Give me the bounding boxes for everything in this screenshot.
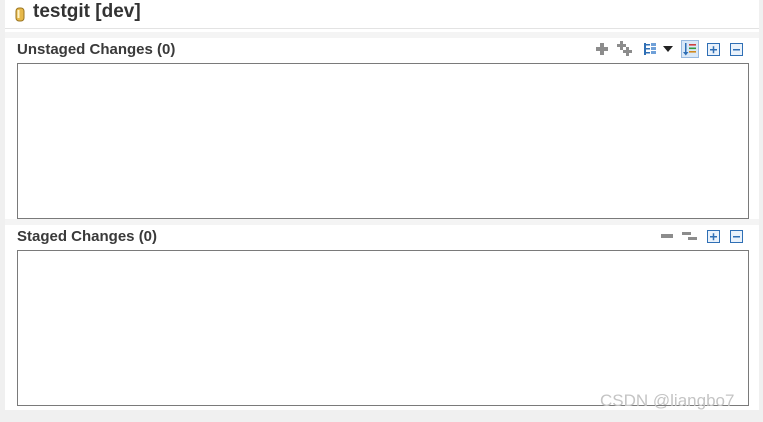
unstaged-title: Unstaged Changes (0): [17, 41, 176, 58]
remove-all-icon: [682, 232, 697, 240]
stage-button[interactable]: [593, 40, 611, 58]
collapse-all-icon: [729, 229, 743, 243]
sort-icon: [683, 43, 696, 56]
repository-icon: [15, 7, 25, 22]
presentation-button[interactable]: [641, 40, 659, 58]
watermark-text: CSDN @liangbo7: [600, 391, 735, 410]
staged-title: Staged Changes (0): [17, 228, 158, 245]
collapse-all-button[interactable]: [727, 40, 745, 58]
stage-all-button[interactable]: [616, 40, 634, 58]
dropdown-icon: [663, 46, 673, 52]
staged-header: Staged Changes (0): [5, 225, 759, 247]
sort-button[interactable]: [681, 40, 699, 58]
expand-all-button[interactable]: [704, 227, 722, 245]
tree-presentation-icon: [644, 43, 656, 55]
unstage-button[interactable]: [658, 227, 676, 245]
remove-icon: [661, 234, 673, 238]
unstaged-changes-list[interactable]: [17, 63, 749, 219]
repository-title: testgit [dev]: [33, 1, 141, 22]
collapse-all-button[interactable]: [727, 227, 745, 245]
expand-all-icon: [706, 229, 720, 243]
unstaged-header: Unstaged Changes (0): [5, 38, 759, 60]
expand-all-icon: [706, 42, 720, 56]
collapse-all-icon: [729, 42, 743, 56]
expand-all-button[interactable]: [704, 40, 722, 58]
add-icon: [596, 43, 608, 55]
unstage-all-button[interactable]: [681, 227, 699, 245]
add-all-icon: [617, 41, 632, 56]
view-menu-button[interactable]: [661, 40, 675, 58]
staged-changes-list[interactable]: [17, 250, 749, 406]
view-title-bar: testgit [dev]: [5, 0, 759, 29]
